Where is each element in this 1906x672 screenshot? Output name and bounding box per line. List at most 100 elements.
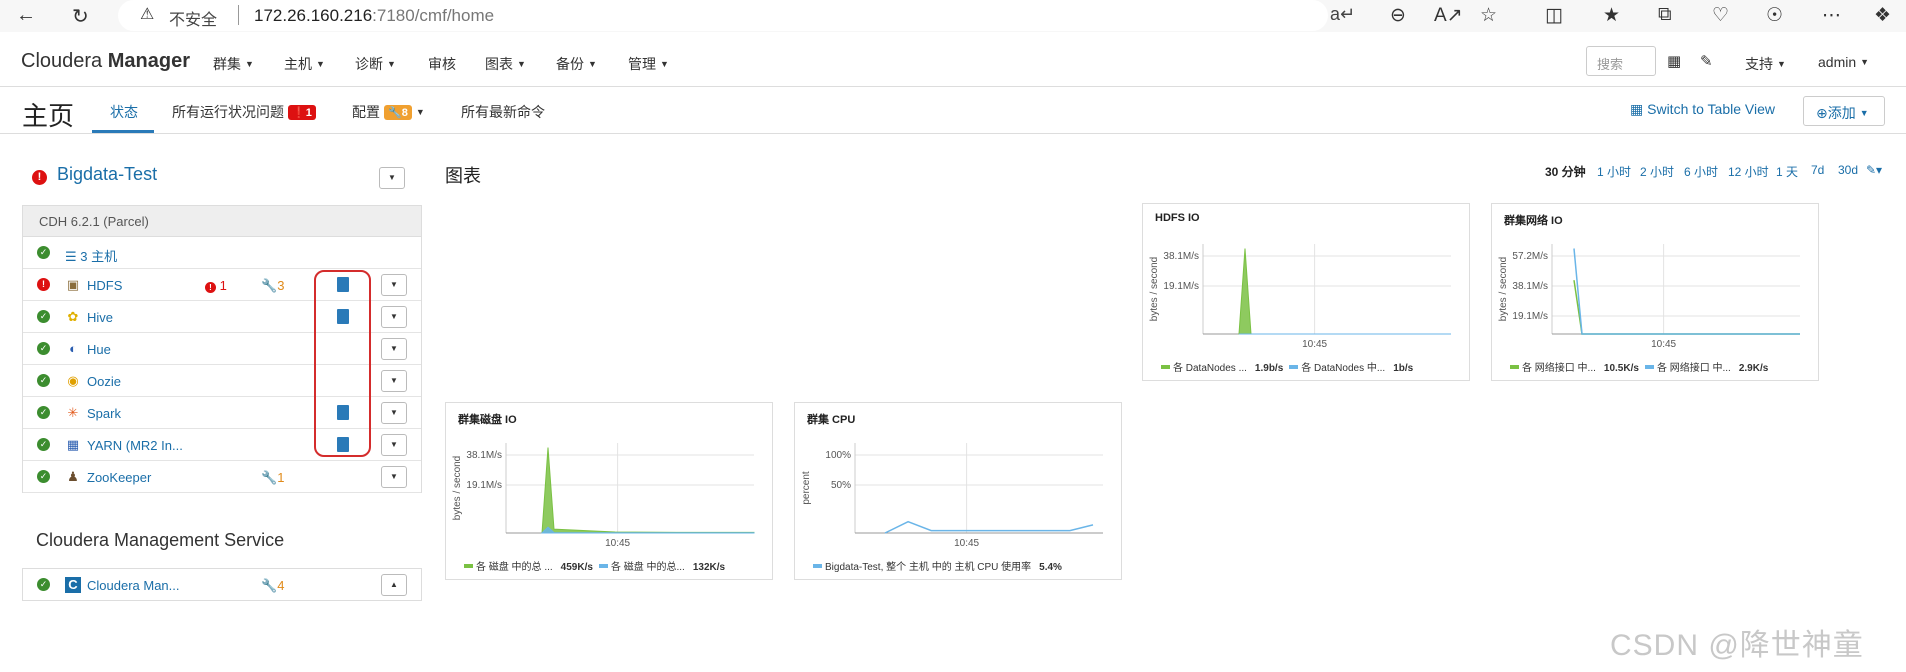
tab-recent-commands[interactable]: 所有最新命令 [461, 102, 545, 122]
legend-label: 各 DataNodes 中... [1301, 363, 1386, 374]
list-item-hosts[interactable]: ✓ ☰ 3 主机 [23, 237, 421, 269]
menu-hosts[interactable]: 主机 ▼ [284, 54, 325, 74]
translate-icon[interactable]: a↵ [1330, 4, 1355, 25]
time-range-option[interactable]: 6 小时 [1684, 163, 1718, 180]
tab-status[interactable]: 状态 [110, 102, 138, 122]
switch-table-view-link[interactable]: ▦ Switch to Table View [1630, 101, 1775, 118]
service-name[interactable]: Oozie [87, 374, 121, 389]
cluster-title[interactable]: ! Bigdata-Test [32, 164, 157, 185]
legend-item[interactable]: 各 网络接口 中... 2.9K/s [1644, 363, 1768, 374]
time-range-option[interactable]: 1 小时 [1597, 163, 1631, 180]
time-range-option[interactable]: 2 小时 [1640, 163, 1674, 180]
more-icon[interactable]: ⋯ [1822, 4, 1841, 27]
zoom-out-icon[interactable]: ⊖ [1390, 4, 1406, 27]
list-item-cloudera-manager[interactable]: ✓ C Cloudera Man... 🔧4 ▲ [23, 569, 421, 601]
time-range-option[interactable]: 30 分钟 [1545, 163, 1586, 180]
legend-value: 132K/s [692, 562, 726, 573]
y-axis-label: percent [801, 471, 812, 505]
service-actions-dropdown[interactable]: ▼ [381, 338, 407, 360]
edit-pencil-icon[interactable]: ✎▾ [1866, 163, 1882, 177]
chart-cluster-network-io[interactable]: 群集网络 IO 57.2M/s 38.1M/s 19.1M/s 10:45 bytes /… [1491, 203, 1819, 381]
chart-plot[interactable]: 38.1M/s 19.1M/s 10:45 bytes / second [446, 403, 774, 581]
y-tick-label: 19.1M/s [1163, 281, 1199, 292]
favorites-icon[interactable]: ★ [1603, 4, 1620, 27]
legend-value: 10.5K/s [1603, 363, 1639, 374]
back-icon[interactable]: ← [16, 4, 36, 27]
running-commands-icon[interactable]: ✎ [1700, 52, 1713, 70]
legend-item[interactable]: 各 磁盘 中的总 ... 459K/s [464, 562, 593, 573]
service-name[interactable]: YARN (MR2 In... [87, 438, 183, 453]
warning-count[interactable]: 🔧3 [261, 278, 284, 294]
legend-item[interactable]: 各 磁盘 中的总... 132K/s [598, 562, 726, 573]
legend-item[interactable]: 各 DataNodes 中... 1b/s [1289, 363, 1413, 374]
chart-plot[interactable]: 100% 50% 10:45 percent [795, 403, 1123, 581]
collections-icon[interactable]: ⧉ [1658, 4, 1672, 26]
legend-item[interactable]: 各 网络接口 中... 10.5K/s [1510, 363, 1639, 374]
chart-hdfs-io[interactable]: HDFS IO 38.1M/s 19.1M/s 10:45 bytes / second… [1142, 203, 1470, 381]
time-range-option[interactable]: 1 天 [1776, 163, 1798, 180]
cluster-actions-dropdown[interactable]: ▼ [379, 167, 405, 189]
service-actions-dropdown[interactable]: ▼ [381, 306, 407, 328]
legend-swatch [1644, 365, 1654, 369]
divider [238, 5, 239, 25]
ok-icon: ✓ [37, 310, 50, 323]
chevron-down-icon: ▼ [660, 59, 669, 69]
health-icon[interactable]: ♡ [1712, 4, 1729, 27]
error-count[interactable]: ! 1 [205, 278, 227, 293]
parcels-icon[interactable]: ▦ [1667, 52, 1681, 70]
chart-plot[interactable]: 38.1M/s 19.1M/s 10:45 bytes / second [1143, 204, 1471, 382]
service-actions-dropdown[interactable]: ▼ [381, 370, 407, 392]
edge-icon[interactable]: ☉ [1766, 4, 1783, 27]
service-actions-dropdown[interactable]: ▼ [381, 466, 407, 488]
warning-count[interactable]: 🔧1 [261, 470, 284, 486]
menu-charts[interactable]: 图表 ▼ [485, 54, 526, 74]
wrench-icon: 🔧 [261, 470, 278, 485]
series-line [1238, 248, 1451, 335]
service-actions-dropdown[interactable]: ▼ [381, 402, 407, 424]
menu-administration[interactable]: 管理 ▼ [628, 54, 669, 74]
legend-label: Bigdata-Test, 整个 主机 中的 主机 CPU 使用率 [825, 562, 1032, 573]
service-name[interactable]: Hue [87, 342, 111, 357]
service-name[interactable]: Hive [87, 310, 113, 325]
search-input[interactable]: 搜索 [1586, 46, 1656, 76]
time-range-option[interactable]: 7d [1811, 163, 1824, 177]
hosts-link[interactable]: ☰ 3 主机 [65, 246, 117, 265]
time-range-option[interactable]: 30d [1838, 163, 1858, 177]
menu-backup[interactable]: 备份 ▼ [556, 54, 597, 74]
service-actions-dropdown[interactable]: ▼ [381, 274, 407, 296]
service-actions-dropdown[interactable]: ▲ [381, 574, 407, 596]
service-name[interactable]: ZooKeeper [87, 470, 151, 485]
favorite-star-icon[interactable]: ☆ [1480, 4, 1497, 27]
add-button[interactable]: ⊕添加 ▼ [1803, 96, 1885, 126]
chart-plot[interactable]: 57.2M/s 38.1M/s 19.1M/s 10:45 bytes / second [1492, 204, 1820, 382]
legend-item[interactable]: Bigdata-Test, 整个 主机 中的 主机 CPU 使用率 5.4% [813, 562, 1062, 573]
service-name[interactable]: HDFS [87, 278, 122, 293]
service-actions-dropdown[interactable]: ▼ [381, 434, 407, 456]
chevron-down-icon: ▼ [1859, 108, 1869, 118]
menu-support[interactable]: 支持 ▼ [1745, 54, 1786, 74]
read-aloud-icon[interactable]: A↗ [1434, 4, 1463, 27]
refresh-icon[interactable]: ↻ [72, 4, 89, 29]
time-range-option[interactable]: 12 小时 [1728, 163, 1769, 180]
list-item[interactable]: ✓ ♟ ZooKeeper 🔧1 ▼ [23, 461, 421, 493]
menu-audits[interactable]: 审核 [428, 54, 456, 74]
split-screen-icon[interactable]: ◫ [1545, 4, 1563, 27]
app-logo[interactable]: Cloudera Manager [21, 50, 190, 73]
chart-cluster-disk-io[interactable]: 群集磁盘 IO 38.1M/s 19.1M/s 10:45 bytes / second… [445, 402, 773, 580]
menu-clusters[interactable]: 群集 ▼ [213, 54, 254, 74]
chart-cluster-cpu[interactable]: 群集 CPU 100% 50% 10:45 percent Bigdata-Test, 整… [794, 402, 1122, 580]
user-menu[interactable]: admin ▼ [1818, 54, 1869, 70]
copilot-icon[interactable]: ❖ [1874, 4, 1891, 27]
error-icon: ! [205, 282, 216, 293]
service-name[interactable]: Cloudera Man... [87, 578, 180, 593]
tab-health-issues[interactable]: 所有运行状况问题 ❗1 [172, 102, 316, 122]
address-bar[interactable]: ⚠ 不安全 172.26.160.216:7180/cmf/home a↵ [118, 0, 1355, 31]
menu-diagnostics[interactable]: 诊断 ▼ [355, 54, 396, 74]
x-tick-label: 10:45 [954, 538, 979, 549]
menu-label: 诊断 [355, 56, 383, 72]
service-name[interactable]: Spark [87, 406, 121, 421]
series-line [1573, 280, 1800, 335]
legend-item[interactable]: 各 DataNodes ... 1.9b/s [1161, 363, 1283, 374]
tab-configuration[interactable]: 配置 🔧8 ▼ [352, 102, 425, 122]
stale-config-highlight [314, 270, 371, 457]
